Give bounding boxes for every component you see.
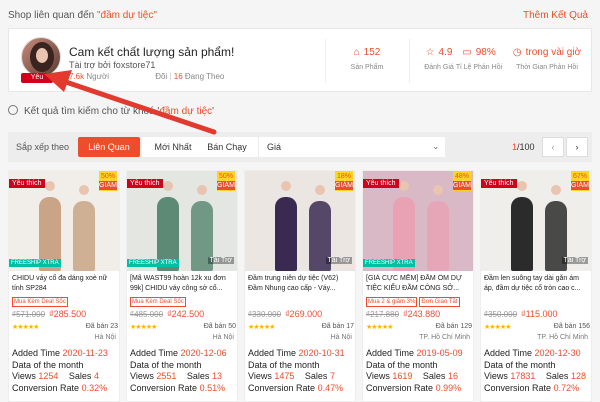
star-rating-icon: ★★★★★ (484, 324, 511, 331)
star-rating-icon: ★★★★★ (130, 324, 157, 331)
preferred-plus-badge: Yêu Thích+ (21, 73, 53, 91)
promo-tags: Mua 2 & giảm 3% Đơn Giao Tắt (366, 295, 462, 307)
product-rating: ★★★★★ Đã bán 156 (484, 323, 590, 331)
product-grid: Yêu thích 50% GIẢM FREESHIP XTRA CHIDU vá… (8, 170, 592, 402)
sort-bestselling-button[interactable]: Bán Chạy (196, 137, 258, 157)
favorite-badge: Yêu thích (127, 179, 163, 188)
freeship-badge: FREESHIP XTRA (127, 259, 179, 267)
product-price: ₫217.880 ₫243.880 (366, 309, 441, 319)
promo-tag: Đơn Giao Tắt (419, 297, 460, 307)
discount-badge: 18% GIẢM (335, 171, 353, 191)
discount-badge: 50% GIẢM (99, 171, 117, 191)
product-rating: ★★★★★ Đã bán 50 (130, 323, 236, 331)
product-location: TP. Hồ Chí Minh (419, 334, 470, 341)
search-result-notice: Kết quả tìm kiếm cho từ khoá 'đầm dự tiệ… (8, 105, 214, 117)
star-rating-icon: ★★★★★ (248, 324, 275, 331)
shop-products-icon: ⌂ (353, 47, 360, 58)
product-location: Hà Nội (212, 334, 234, 341)
favorite-badge: Yêu thích (481, 179, 517, 188)
product-price: ₫571.000 ₫285.500 (12, 309, 87, 319)
product-card[interactable]: Yêu thích 48% GIẢM FREESHIP XTRA [GIÁ CỰC… (362, 170, 474, 402)
product-card[interactable]: Yêu thích 50% GIẢM FREESHIP XTRA CHIDU vá… (8, 170, 120, 402)
product-price: ₫330.000 ₫269.000 (248, 309, 323, 319)
product-title[interactable]: Đầm trung niên dự tiệc (V62) Đầm Nhung c… (248, 274, 354, 294)
sort-price-select[interactable]: Giá ⌄ (259, 137, 445, 157)
sort-relevance-button[interactable]: Liên Quan (78, 137, 140, 157)
product-title[interactable]: CHIDU váy cổ đa dáng xoè nữ tính SP284 (12, 274, 118, 294)
next-page-button[interactable]: › (566, 137, 588, 157)
chat-icon: ▭ (462, 47, 472, 58)
product-price: ₫485.000 ₫242.500 (130, 309, 205, 319)
sponsored-label: Tài Trợ (207, 257, 234, 264)
star-rating-icon: ★★★★★ (12, 324, 39, 331)
related-shops-label: Shop liên quan đến "đầm dự tiệc" (8, 10, 157, 21)
product-title[interactable]: [GIÁ CỰC MỀM] ĐẦM ÔM DỰ TIỆC KIỂU ĐẦM CÔ… (366, 274, 472, 294)
promo-tag: Mua 2 & giảm 3% (366, 297, 418, 307)
shop-avatar[interactable] (21, 37, 61, 77)
promo-tags: Mua Kèm Deal Sốc (130, 295, 188, 307)
favorite-badge: Yêu thích (363, 179, 399, 188)
shop-follow-stats: 7.6k Người Đõi | 16 Đang Theo (69, 72, 225, 81)
product-rating: ★★★★★ Đã bán 129 (366, 323, 472, 331)
product-stats: Added Time 2020-11-23 Data of the month … (12, 348, 108, 393)
product-stats: Added Time 2020-12-06 Data of the month … (130, 348, 227, 393)
product-title[interactable]: [Mã WAST99 hoàn 12k xu đơn 99k] CHIDU vá… (130, 274, 236, 294)
shop-sponsor: Tài trợ bởi foxstore71 (69, 60, 156, 70)
sponsored-label: Tài Trợ (325, 257, 352, 264)
product-card[interactable]: Yêu thích 50% GIẢM Tài Trợ FREESHIP XTRA … (126, 170, 238, 402)
sponsored-label: Tài Trợ (561, 257, 588, 264)
product-image[interactable]: 18% GIẢM Tài Trợ (245, 171, 355, 271)
favorite-badge: Yêu thích (9, 179, 45, 188)
promo-tag: Mua Kèm Deal Sốc (12, 297, 68, 307)
product-card[interactable]: Yêu thích 67% GIẢM Tài Trợ Đầm len suông … (480, 170, 592, 402)
product-price: ₫350.000 ₫115.000 (484, 309, 558, 319)
discount-badge: 48% GIẢM (453, 171, 471, 191)
freeship-badge: FREESHIP XTRA (363, 259, 415, 267)
product-stats: Added Time 2019-05-09 Data of the month … (366, 348, 463, 393)
product-rating: ★★★★★ Đã bán 23 (12, 323, 118, 331)
more-results-link[interactable]: Thêm Kết Quả (523, 10, 588, 21)
prev-page-button[interactable]: ‹ (542, 137, 564, 157)
product-location: TP. Hồ Chí Minh (537, 334, 588, 341)
product-image[interactable]: Yêu thích 50% GIẢM FREESHIP XTRA (9, 171, 119, 271)
page-indicator: 1/100 (512, 142, 535, 152)
product-rating: ★★★★★ Đã bán 17 (248, 323, 354, 331)
shop-name[interactable]: Cam kết chất lượng sản phẩm! (69, 45, 234, 59)
metric-response-time: ◷ trong vài giờ Thời Gian Phản Hồi (512, 47, 582, 71)
freeship-badge: FREESHIP XTRA (9, 259, 61, 267)
clock-icon: ◷ (512, 47, 522, 58)
product-title[interactable]: Đầm len suông tay dài gắn ám áp, đầm dự … (484, 274, 590, 294)
chevron-down-icon: ⌄ (432, 142, 439, 151)
discount-badge: 67% GIẢM (571, 171, 589, 191)
sort-bar: Sắp xếp theo Liên Quan Mới Nhất Bán Chạy… (8, 132, 592, 162)
product-image[interactable]: Yêu thích 67% GIẢM Tài Trợ (481, 171, 591, 271)
shop-card[interactable]: Yêu Thích+ Cam kết chất lượng sản phẩm! … (8, 28, 592, 92)
product-location: Hà Nội (330, 334, 352, 341)
lightbulb-icon (8, 105, 18, 115)
product-location: Hà Nội (94, 334, 116, 341)
sort-label: Sắp xếp theo (16, 142, 70, 152)
promo-tags: Mua Kèm Deal Sốc (12, 295, 70, 307)
discount-badge: 50% GIẢM (217, 171, 235, 191)
star-rating-icon: ★★★★★ (366, 324, 393, 331)
product-stats: Added Time 2020-12-30 Data of the month … (484, 348, 586, 393)
star-icon: ☆ (425, 47, 435, 58)
product-image[interactable]: Yêu thích 48% GIẢM FREESHIP XTRA (363, 171, 473, 271)
product-stats: Added Time 2020-10-31 Data of the month … (248, 348, 345, 393)
sort-newest-button[interactable]: Mới Nhất (142, 137, 204, 157)
product-image[interactable]: Yêu thích 50% GIẢM Tài Trợ FREESHIP XTRA (127, 171, 237, 271)
related-shops-bar: Shop liên quan đến "đầm dự tiệc" Thêm Kế… (0, 0, 600, 28)
product-card[interactable]: 18% GIẢM Tài Trợ Đầm trung niên dự tiệc (… (244, 170, 356, 402)
promo-tag: Mua Kèm Deal Sốc (130, 297, 186, 307)
